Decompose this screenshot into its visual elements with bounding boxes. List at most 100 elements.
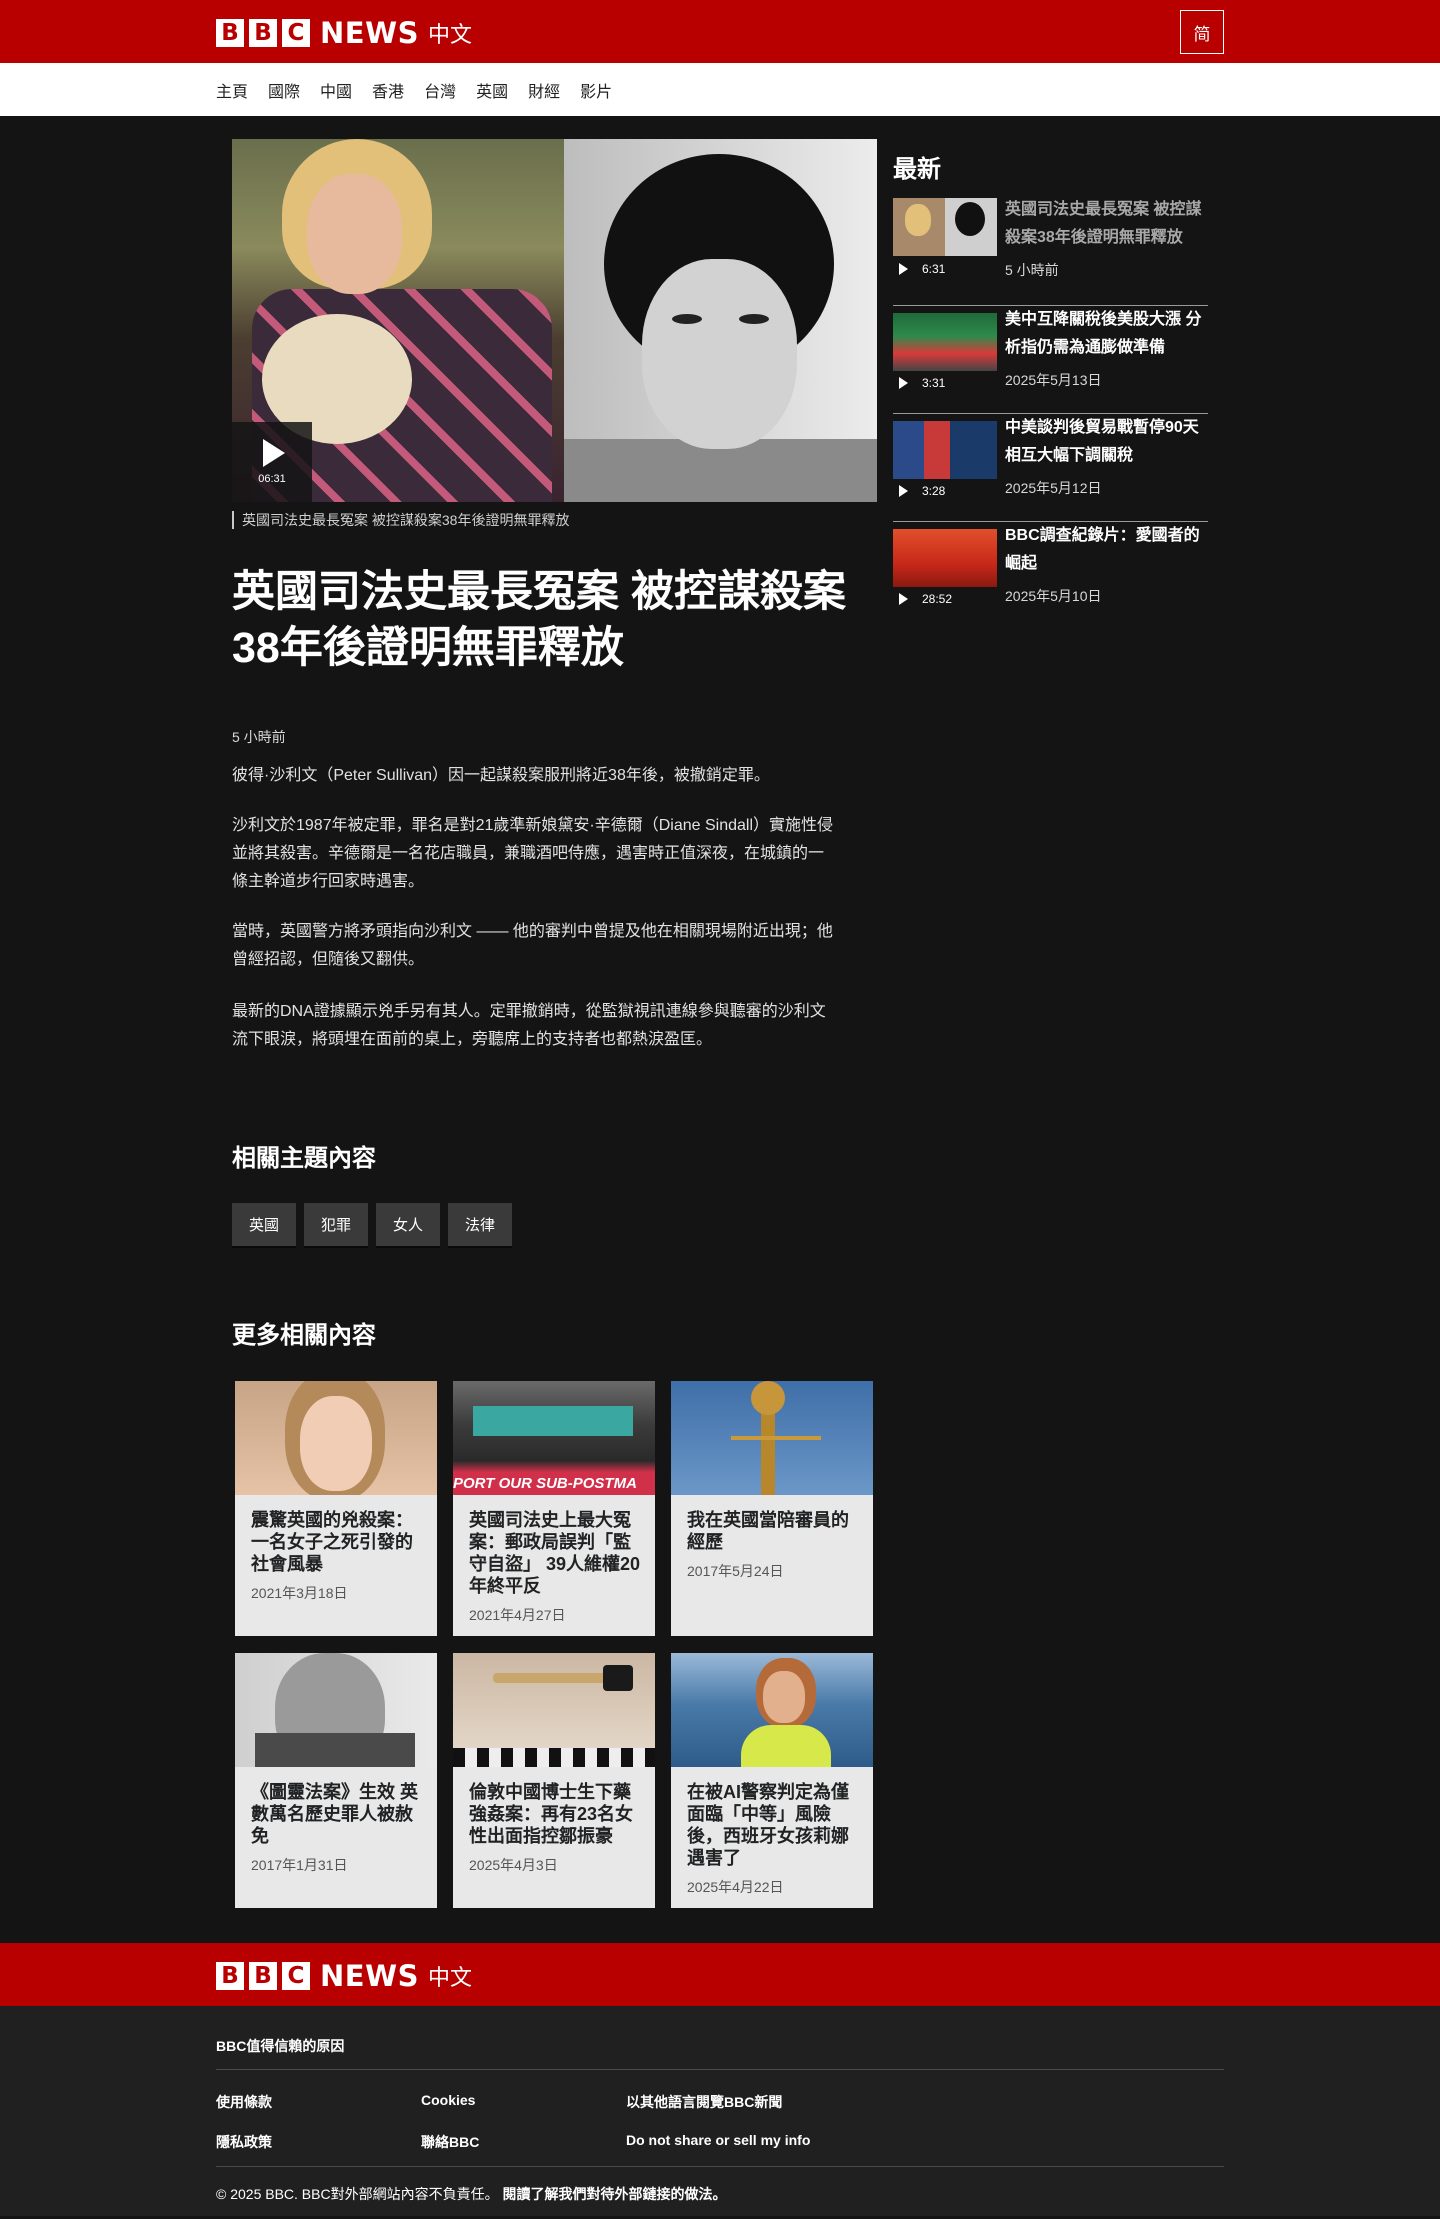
site-header: B B C NEWS 中文 简 bbox=[0, 0, 1440, 63]
latest-title-text: 美中互降關稅後美股大漲 分析指仍需為通膨做準備 bbox=[1005, 311, 1202, 356]
latest-duration: 6:31 bbox=[922, 262, 946, 276]
brand-news: NEWS bbox=[320, 16, 419, 50]
play-icon bbox=[899, 485, 908, 497]
bbc-logo-b2: B bbox=[249, 19, 277, 47]
play-icon bbox=[263, 439, 285, 467]
copyright-text: © 2025 BBC. BBC對外部網站內容不負責任。 bbox=[216, 2186, 499, 2202]
video-caption: 英國司法史最長冤案 被控謀殺案38年後證明無罪釋放 bbox=[232, 511, 569, 529]
latest-title-text: 英國司法史最長冤案 被控謀殺案38年後證明無罪釋放 bbox=[1005, 201, 1202, 246]
more-related-title: 更多相關內容 bbox=[232, 1322, 376, 1349]
article-paragraph: 當時，英國警方將矛頭指向沙利文 —— 他的審判中曾提及他在相關現場附近出現；他曾… bbox=[232, 923, 833, 968]
play-icon bbox=[899, 263, 908, 275]
card-thumbnail bbox=[235, 1381, 437, 1495]
latest-thumbnail bbox=[893, 313, 997, 371]
latest-title: 最新 bbox=[893, 156, 941, 183]
external-links-policy-link[interactable]: 閱讀了解我們對待外部鏈接的做法。 bbox=[502, 2186, 726, 2202]
brand-language: 中文 bbox=[427, 22, 472, 47]
card-date: 2025年4月3日 bbox=[469, 1857, 558, 1873]
protest-banner-text: PORT OUR SUB-POSTMA bbox=[453, 1475, 637, 1492]
footer-link-trust[interactable]: BBC值得信賴的原因 bbox=[216, 2036, 344, 2056]
related-card[interactable]: PORT OUR SUB-POSTMA 英國司法史上最大冤案：郵政局誤判「監守自… bbox=[453, 1381, 655, 1636]
nav-item-hongkong[interactable]: 香港 bbox=[372, 78, 404, 102]
card-date: 2017年5月24日 bbox=[687, 1563, 784, 1579]
card-date: 2021年4月27日 bbox=[469, 1607, 566, 1623]
card-date: 2017年1月31日 bbox=[251, 1857, 348, 1873]
latest-thumbnail bbox=[893, 529, 997, 587]
footer-link-cookies[interactable]: Cookies bbox=[421, 2092, 475, 2108]
card-thumbnail bbox=[671, 1381, 873, 1495]
footer-divider bbox=[216, 2069, 1224, 2070]
article-paragraph: 最新的DNA證據顯示兇手另有其人。定罪撤銷時，從監獄視訊連線參與聽審的沙利文流下… bbox=[232, 1003, 826, 1048]
topic-tag-law[interactable]: 法律 bbox=[448, 1203, 513, 1246]
latest-play: 28:52 bbox=[899, 592, 952, 606]
latest-item[interactable]: 6:31 英國司法史最長冤案 被控謀殺案38年後證明無罪釋放 5 小時前 bbox=[893, 198, 1208, 306]
bbc-news-logo[interactable]: B B C NEWS 中文 bbox=[216, 16, 472, 50]
related-card[interactable]: 在被AI警察判定為僅面臨「中等」風險後，西班牙女孩莉娜遇害了 2025年4月22… bbox=[671, 1653, 873, 1908]
card-title: 《圖靈法案》生效 英數萬名歷史罪人被赦免 bbox=[251, 1782, 419, 1846]
card-thumbnail bbox=[235, 1653, 437, 1767]
latest-title-text: 中美談判後貿易戰暫停90天 相互大幅下調關稅 bbox=[1005, 419, 1199, 464]
latest-item[interactable]: 3:31 美中互降關稅後美股大漲 分析指仍需為通膨做準備 2025年5月13日 bbox=[893, 306, 1208, 414]
article-paragraph: 沙利文於1987年被定罪，罪名是對21歲準新娘黛安·辛德爾（Diane Sind… bbox=[232, 817, 834, 890]
play-button[interactable]: 06:31 bbox=[232, 422, 312, 502]
play-icon bbox=[899, 377, 908, 389]
nav-item-home[interactable]: 主頁 bbox=[216, 78, 248, 102]
mugshot-photo bbox=[564, 139, 877, 502]
footer-link-do-not-sell[interactable]: Do not share or sell my info bbox=[626, 2132, 810, 2148]
footer-links: BBC值得信賴的原因 使用條款 Cookies 以其他語言閱覽BBC新聞 隱私政… bbox=[0, 2006, 1440, 2216]
card-title: 在被AI警察判定為僅面臨「中等」風險後，西班牙女孩莉娜遇害了 bbox=[687, 1782, 849, 1868]
bbc-logo-b1: B bbox=[216, 1962, 244, 1990]
latest-play: 3:28 bbox=[899, 484, 945, 498]
latest-date: 2025年5月12日 bbox=[1005, 480, 1102, 496]
nav-item-international[interactable]: 國際 bbox=[268, 78, 300, 102]
latest-date: 2025年5月13日 bbox=[1005, 372, 1102, 388]
latest-duration: 3:28 bbox=[922, 484, 946, 498]
nav-item-uk[interactable]: 英國 bbox=[476, 78, 508, 102]
nav-item-finance[interactable]: 財經 bbox=[528, 78, 560, 102]
card-title: 英國司法史上最大冤案：郵政局誤判「監守自盜」 39人維權20年終平反 bbox=[469, 1510, 641, 1596]
latest-play: 3:31 bbox=[899, 376, 945, 390]
video-duration: 06:31 bbox=[258, 473, 286, 485]
bbc-logo-c: C bbox=[282, 19, 310, 47]
card-date: 2025年4月22日 bbox=[687, 1879, 784, 1895]
article-paragraph: 彼得·沙利文（Peter Sullivan）因一起謀殺案服刑將近38年後，被撤銷… bbox=[232, 767, 770, 784]
related-card[interactable]: 倫敦中國博士生下藥強姦案：再有23名女性出面指控鄒振豪 2025年4月3日 bbox=[453, 1653, 655, 1908]
card-thumbnail bbox=[671, 1653, 873, 1767]
related-card[interactable]: 震驚英國的兇殺案：一名女子之死引發的社會風暴 2021年3月18日 bbox=[235, 1381, 437, 1636]
topic-tag-women[interactable]: 女人 bbox=[376, 1203, 441, 1246]
footer-link-other-languages[interactable]: 以其他語言閱覽BBC新聞 bbox=[626, 2092, 782, 2112]
brand-language: 中文 bbox=[427, 1965, 472, 1990]
latest-item[interactable]: 28:52 BBC調查紀錄片：愛國者的崛起 2025年5月10日 bbox=[893, 522, 1208, 630]
play-icon bbox=[899, 593, 908, 605]
latest-thumbnail bbox=[893, 421, 997, 479]
footer-link-contact[interactable]: 聯絡BBC bbox=[421, 2132, 479, 2152]
main-content: 06:31 英國司法史最長冤案 被控謀殺案38年後證明無罪釋放 英國司法史最長冤… bbox=[0, 116, 1440, 1943]
footer-link-privacy[interactable]: 隱私政策 bbox=[216, 2132, 272, 2152]
card-thumbnail: PORT OUR SUB-POSTMA bbox=[453, 1381, 655, 1495]
nav-item-taiwan[interactable]: 台灣 bbox=[424, 78, 456, 102]
video-player[interactable]: 06:31 bbox=[232, 139, 877, 502]
related-topics-title: 相關主題內容 bbox=[232, 1145, 376, 1172]
nav-item-video[interactable]: 影片 bbox=[580, 78, 612, 102]
article-headline: 英國司法史最長冤案 被控謀殺案38年後證明無罪釋放 bbox=[232, 568, 846, 672]
topic-tag-uk[interactable]: 英國 bbox=[232, 1203, 297, 1246]
simplified-chinese-toggle-button[interactable]: 简 bbox=[1180, 10, 1224, 54]
main-navigation: 主頁 國際 中國 香港 台灣 英國 財經 影片 bbox=[0, 63, 1440, 116]
latest-duration: 3:31 bbox=[922, 376, 946, 390]
footer-bbc-news-logo[interactable]: B B C NEWS 中文 bbox=[216, 1959, 472, 1993]
card-thumbnail bbox=[453, 1653, 655, 1767]
related-card[interactable]: 我在英國當陪審員的經歷 2017年5月24日 bbox=[671, 1381, 873, 1636]
bbc-logo-b1: B bbox=[216, 19, 244, 47]
card-title: 倫敦中國博士生下藥強姦案：再有23名女性出面指控鄒振豪 bbox=[469, 1782, 634, 1846]
topic-tag-crime[interactable]: 犯罪 bbox=[304, 1203, 369, 1246]
card-date: 2021年3月18日 bbox=[251, 1585, 348, 1601]
latest-thumbnail bbox=[893, 198, 997, 256]
copyright: © 2025 BBC. BBC對外部網站內容不負責任。 閱讀了解我們對待外部鏈接… bbox=[216, 2184, 726, 2204]
latest-item[interactable]: 3:28 中美談判後貿易戰暫停90天 相互大幅下調關稅 2025年5月12日 bbox=[893, 414, 1208, 522]
latest-date: 5 小時前 bbox=[1005, 262, 1059, 278]
nav-item-china[interactable]: 中國 bbox=[320, 78, 352, 102]
card-title: 我在英國當陪審員的經歷 bbox=[687, 1510, 849, 1552]
bbc-logo-b2: B bbox=[249, 1962, 277, 1990]
related-card[interactable]: 《圖靈法案》生效 英數萬名歷史罪人被赦免 2017年1月31日 bbox=[235, 1653, 437, 1908]
footer-link-terms[interactable]: 使用條款 bbox=[216, 2092, 272, 2112]
